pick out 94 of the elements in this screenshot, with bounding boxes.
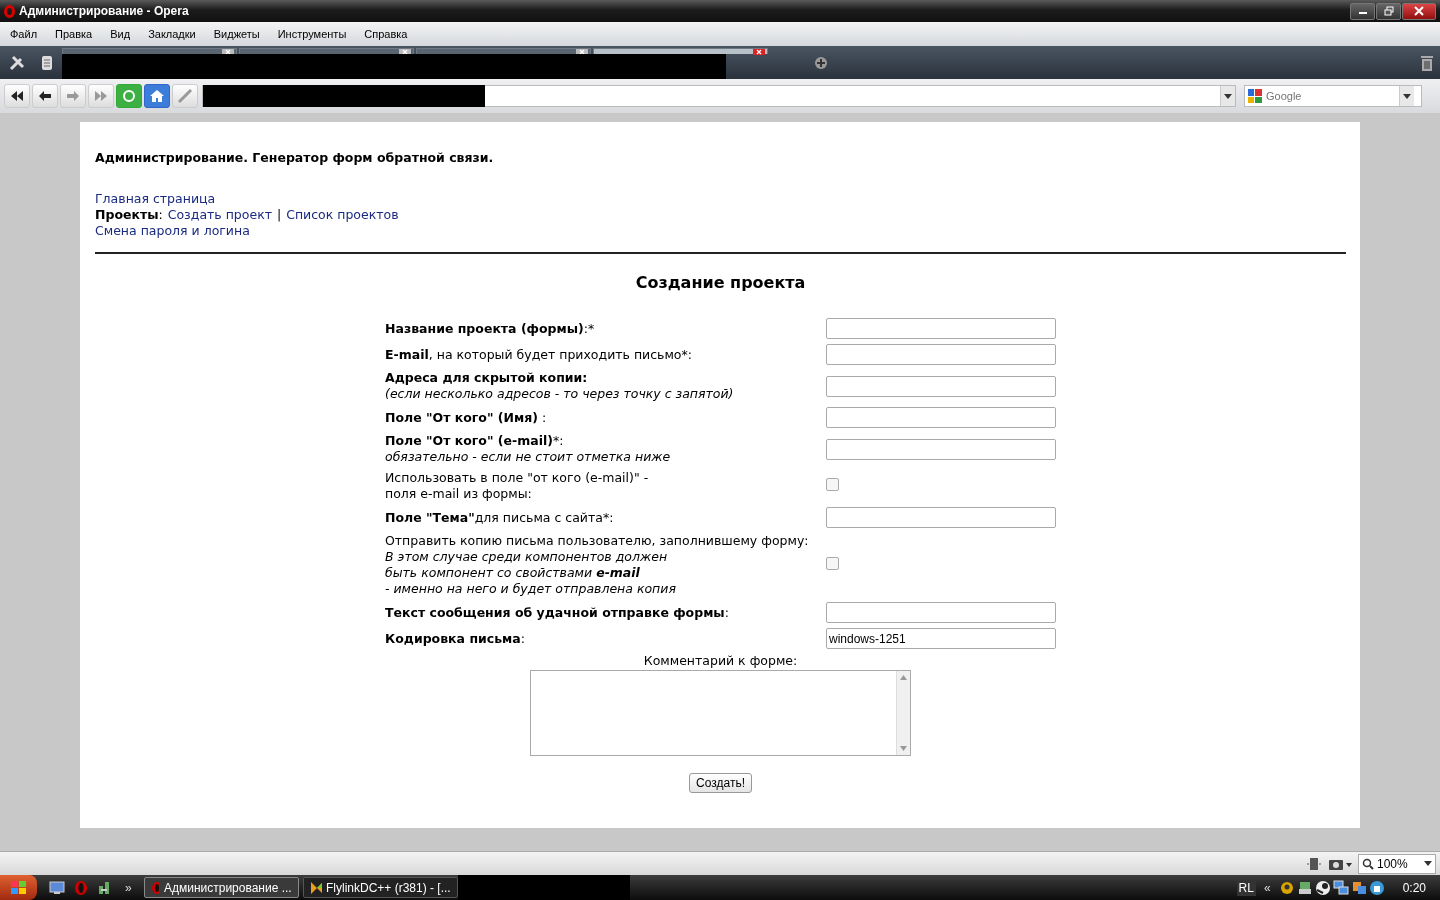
checkbox[interactable] [826,557,839,570]
tray-icon[interactable] [1314,879,1331,896]
home-icon [149,88,165,104]
tray-icon[interactable] [1278,879,1295,896]
field-label: (если несколько адресов - то через точку с запятой) [385,386,735,402]
minimize-button[interactable] [1350,2,1375,20]
close-icon [1414,6,1424,16]
nav-label: Проекты [95,207,159,223]
field-label: - именно на него и будет отправлена копия [385,581,677,597]
taskbar-button[interactable]: FlylinkDC++ (r381) - [... [302,877,458,898]
menu-item[interactable]: Справка [364,28,426,40]
field-label: поля e-mail из формы: [385,486,533,502]
checkbox[interactable] [826,478,839,491]
text-field[interactable] [826,438,1056,460]
field-label: Использовать в поле "от кого (e-mail)" - [385,470,650,486]
text-field[interactable] [826,407,1056,428]
field-label: E-mail, на который будет приходить письмо*: [385,346,693,363]
magnifier-icon [1362,857,1374,870]
field-label: Кодировка письма: [385,630,526,647]
home-button[interactable] [144,84,170,108]
field-label: В этом случае среди компонентов должен [385,549,669,565]
tray-icon[interactable] [1350,879,1367,896]
nav-link[interactable]: Смена пароля и логина [95,223,250,239]
field-label: Текст сообщения об удачной отправке формы: [385,604,730,621]
browser-tab[interactable] [593,48,768,54]
forward-arrow-icon [66,90,80,102]
field-label: Название проекта (формы):* [385,320,596,337]
browser-tab[interactable] [416,48,591,54]
comment-label: Комментарий к форме: [643,653,798,668]
start-button[interactable] [0,875,37,900]
dropdown-icon[interactable] [1403,93,1411,99]
nav-link[interactable]: Список проектов [286,207,399,223]
search-field[interactable]: Google [1244,85,1422,107]
windows-flag-icon [9,879,28,896]
menu-item[interactable]: Инструменты [277,28,365,40]
field-label: Поле "От кого" (Имя) : [385,409,548,426]
dropdown-icon[interactable] [1224,93,1232,99]
language-indicator[interactable]: RL [1236,879,1256,896]
nav-separator: : [158,207,163,223]
tray-icon[interactable] [1332,879,1349,896]
back-button[interactable] [32,84,58,108]
clock: 0:20 [1401,880,1427,895]
zoom-dropdown[interactable]: 100% [1358,853,1436,874]
back-arrow-icon [38,90,52,102]
field-label: Поле "Тема"для письма с сайта*: [385,509,615,526]
tray-expand[interactable]: « [1255,880,1279,895]
opera-logo-icon [4,4,15,18]
restore-icon [1383,6,1394,16]
text-field[interactable]: windows-1251 [826,628,1056,649]
taskbar-button[interactable]: Администрирование ... [143,877,299,898]
page-header: Администрирование. Генератор форм обратной связи. [95,150,495,165]
rewind-button[interactable] [4,84,30,108]
create-button[interactable]: Создать! [689,773,752,793]
search-input[interactable]: Google [1266,90,1396,102]
text-field[interactable] [826,318,1056,339]
reload-icon [121,88,137,104]
menu-item[interactable]: Правка [55,28,111,40]
text-field[interactable] [826,375,1056,397]
opera-icon [150,880,160,895]
field-label: Поле "От кого" (e-mail)*: [385,433,565,449]
menu-item[interactable]: Виджеты [213,28,278,40]
edit-button[interactable] [172,84,198,108]
address-field[interactable] [202,85,1236,107]
pen-icon [177,88,193,104]
menu-item[interactable]: Вид [110,28,149,40]
tray-icon[interactable] [1368,879,1385,896]
menu-item[interactable]: Файл [10,28,56,40]
window-title: Администрирование - Opera [19,4,190,18]
dropdown-icon [1424,861,1432,866]
field-label: Отправить копию письма пользователю, заполнившему форму: [385,533,810,549]
field-label: быть компонент со свойствами e-mail [385,565,641,581]
nav-separator: | [276,207,282,223]
browser-tab[interactable] [62,48,237,54]
fast-forward-icon [94,90,108,102]
field-label: обязательно - если не стоит отметка ниже [385,449,672,465]
quick-launch-more[interactable]: » [117,880,140,895]
browser-tab[interactable] [239,48,414,54]
tray-icon[interactable] [1296,879,1313,896]
search-engine-icon [1247,88,1263,104]
text-field[interactable] [826,507,1056,528]
nav-link[interactable]: Создать проект [167,207,272,223]
panel-icon[interactable] [1306,856,1322,871]
menu-item[interactable]: Закладки [148,28,214,40]
fast-forward-button[interactable] [88,84,114,108]
rewind-icon [10,90,24,102]
butterfly-icon [309,880,322,895]
page-heading: Создание проекта [634,273,807,292]
nav-link[interactable]: Главная страница [95,191,216,207]
restore-button[interactable] [1376,2,1401,20]
reload-button[interactable] [116,84,142,108]
text-field[interactable] [826,344,1056,365]
text-field[interactable] [826,602,1056,623]
close-button[interactable] [1402,2,1436,20]
field-label: Адреса для скрытой копии: [385,370,589,386]
